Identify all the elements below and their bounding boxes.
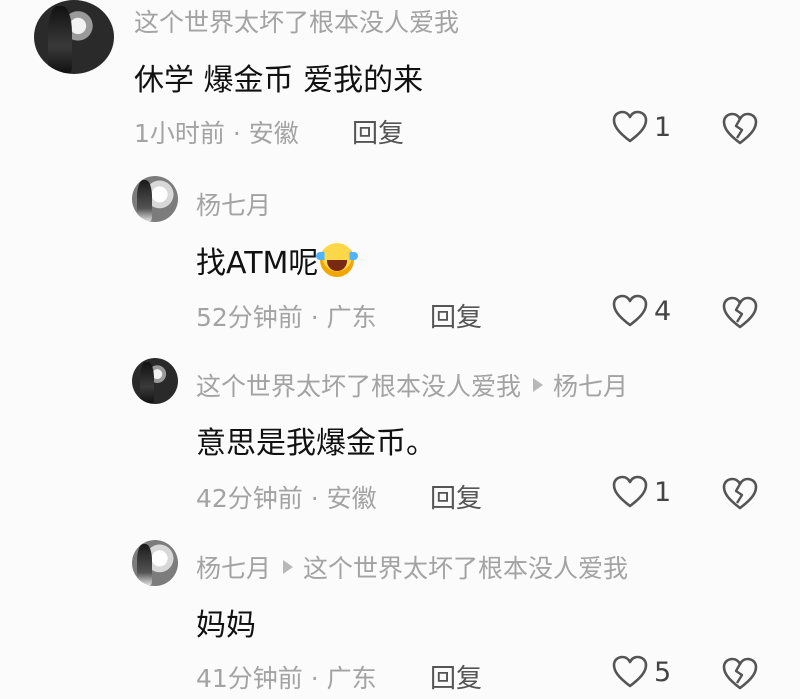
- laughing-crying-emoji-icon: [316, 243, 359, 277]
- reply-to-username[interactable]: 这个世界太坏了根本没人爱我: [303, 549, 628, 585]
- comment-time-location: 41分钟前 · 广东: [196, 664, 377, 693]
- broken-heart-icon[interactable]: [722, 296, 758, 330]
- heart-outline-icon: [612, 655, 648, 688]
- triangle-right-icon: [283, 560, 294, 574]
- like-button[interactable]: 1: [612, 475, 671, 509]
- like-count: 1: [654, 111, 672, 143]
- comment-reply-header: 这个世界太坏了根本没人爱我 杨七月: [196, 367, 628, 403]
- avatar[interactable]: [132, 358, 178, 404]
- comment-text-body: 找ATM呢: [196, 246, 319, 281]
- comment-username[interactable]: 杨七月: [196, 549, 271, 585]
- comment-username[interactable]: 杨七月: [196, 186, 271, 222]
- heart-outline-icon: [612, 475, 648, 508]
- like-count: 5: [654, 656, 672, 688]
- avatar[interactable]: [132, 176, 178, 222]
- like-count: 4: [654, 295, 672, 327]
- comment-time-location: 1小时前 · 安徽: [134, 119, 299, 148]
- reply-button[interactable]: 回复: [352, 113, 404, 150]
- comment-text: 意思是我爆金币。: [196, 426, 436, 461]
- heart-outline-icon: [612, 110, 648, 143]
- comment-username[interactable]: 这个世界太坏了根本没人爱我: [134, 3, 459, 39]
- comment-username[interactable]: 这个世界太坏了根本没人爱我: [196, 367, 521, 403]
- like-button[interactable]: 1: [612, 110, 671, 144]
- avatar[interactable]: [132, 540, 178, 586]
- comment-time-location: 52分钟前 · 广东: [196, 303, 377, 332]
- broken-heart-icon[interactable]: [722, 112, 758, 146]
- reply-button[interactable]: 回复: [430, 297, 482, 334]
- comment-text: 休学 爆金币 爱我的来: [134, 63, 424, 98]
- broken-heart-icon[interactable]: [722, 477, 758, 511]
- like-button[interactable]: 5: [612, 655, 671, 689]
- comment-time-location: 42分钟前 · 安徽: [196, 484, 377, 513]
- reply-to-username[interactable]: 杨七月: [553, 367, 628, 403]
- comment-reply-header: 杨七月 这个世界太坏了根本没人爱我: [196, 549, 628, 585]
- triangle-right-icon: [533, 378, 544, 392]
- comment-text: 妈妈: [196, 608, 256, 643]
- heart-outline-icon: [612, 294, 648, 327]
- like-button[interactable]: 4: [612, 294, 671, 328]
- like-count: 1: [654, 476, 672, 508]
- reply-button[interactable]: 回复: [430, 478, 482, 515]
- broken-heart-icon[interactable]: [722, 657, 758, 691]
- comment-text: 找ATM呢: [196, 238, 359, 282]
- avatar[interactable]: [34, 0, 114, 74]
- reply-button[interactable]: 回复: [430, 658, 482, 695]
